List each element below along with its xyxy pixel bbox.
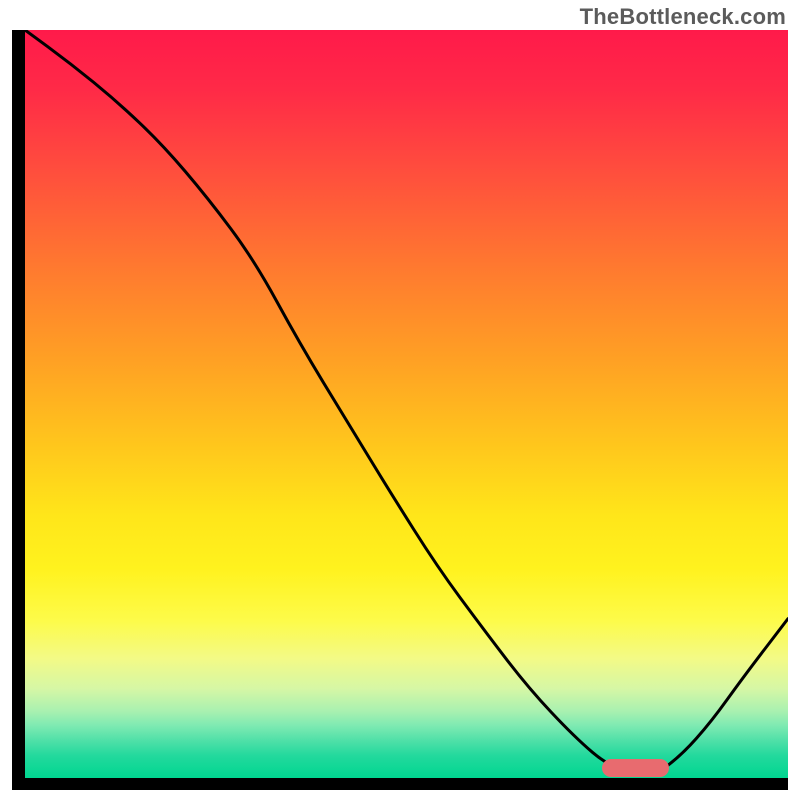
chart-frame — [12, 30, 788, 790]
attribution-label: TheBottleneck.com — [580, 4, 786, 30]
chart-curve — [25, 30, 788, 778]
chart-curve-path — [25, 30, 788, 774]
chart-plot-area — [25, 30, 788, 778]
optimum-marker — [602, 759, 668, 777]
